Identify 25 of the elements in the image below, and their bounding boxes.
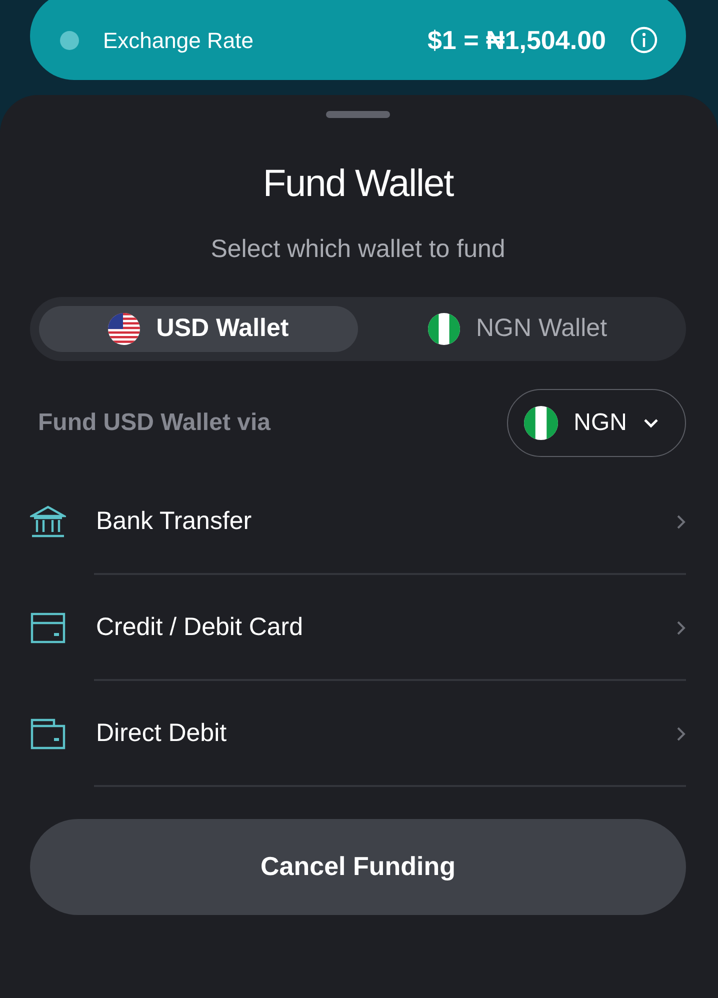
- payment-method-item[interactable]: Bank Transfer: [30, 468, 686, 574]
- fund-via-label: Fund USD Wallet via: [38, 408, 270, 438]
- chevron-right-icon: [676, 726, 686, 742]
- wallet-tab[interactable]: USD Wallet: [39, 306, 358, 352]
- wallet-tab[interactable]: NGN Wallet: [358, 306, 677, 352]
- payment-method-item[interactable]: Direct Debit: [30, 680, 686, 786]
- wallet-icon: [30, 718, 66, 750]
- sheet-title: Fund Wallet: [262, 162, 455, 207]
- chevron-right-icon: [676, 514, 686, 530]
- nigeria-flag-icon: [524, 406, 558, 440]
- payment-method-item[interactable]: Credit / Debit Card: [30, 574, 686, 680]
- chevron-down-icon: [643, 418, 659, 428]
- cancel-funding-button[interactable]: Cancel Funding: [30, 818, 686, 914]
- currency-dropdown[interactable]: NGN: [506, 388, 686, 456]
- chevron-right-icon: [676, 620, 686, 636]
- exchange-rate-value: $1 = ₦1,504.00: [427, 24, 606, 56]
- drag-handle[interactable]: [326, 111, 390, 118]
- card-icon: [30, 612, 66, 644]
- info-icon[interactable]: [630, 26, 658, 54]
- status-dot: [60, 30, 79, 50]
- sheet-subtitle: Select which wallet to fund: [210, 234, 506, 265]
- exchange-rate-label: Exchange Rate: [103, 26, 254, 55]
- us-flag-icon: [108, 312, 140, 344]
- bank-icon: [30, 504, 66, 538]
- nigeria-flag-icon: [428, 312, 460, 344]
